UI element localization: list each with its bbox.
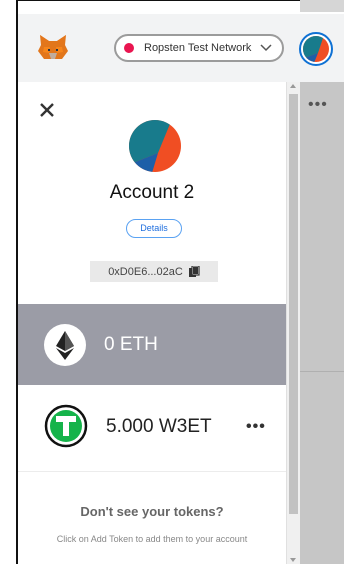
network-label: Ropsten Test Network — [144, 42, 252, 54]
token-t-icon — [44, 404, 88, 448]
background-more-icon: ••• — [308, 96, 328, 113]
account-address: 0xD0E6...02aC — [108, 265, 183, 278]
background-strip — [300, 0, 344, 12]
network-selector[interactable]: Ropsten Test Network — [114, 34, 284, 62]
background-divider — [299, 371, 344, 372]
scroll-up-arrow-icon[interactable] — [290, 84, 296, 88]
identicon-icon — [303, 36, 329, 62]
scrollbar-thumb[interactable] — [289, 94, 298, 514]
metamask-fox-icon[interactable] — [38, 33, 68, 61]
asset-row-token[interactable]: 5.000 W3ET ••• — [18, 385, 286, 472]
frame-top-border — [16, 0, 344, 1]
token-balance: 5.000 W3ET — [106, 416, 212, 437]
address-copy-box[interactable]: 0xD0E6...02aC — [90, 261, 218, 282]
details-button[interactable]: Details — [126, 219, 182, 238]
account-identicon-icon — [129, 120, 181, 172]
tokens-hint-body: Click on Add Token to add them to your a… — [56, 534, 248, 544]
copy-icon — [188, 265, 200, 277]
panel-scrollbar[interactable] — [286, 82, 300, 564]
close-icon[interactable] — [38, 101, 56, 119]
asset-row-eth[interactable]: 0 ETH — [18, 304, 286, 385]
scroll-down-arrow-icon[interactable] — [290, 558, 296, 562]
eth-balance: 0 ETH — [104, 334, 158, 355]
network-status-dot — [124, 43, 134, 53]
ethereum-icon — [44, 324, 86, 366]
frame-left-border — [16, 0, 18, 564]
app-header: Ropsten Test Network — [18, 14, 344, 83]
account-name: Account 2 — [109, 182, 195, 203]
account-panel: Account 2 Details 0xD0E6...02aC 0 ETH 5.… — [18, 82, 286, 564]
chevron-down-icon — [260, 44, 272, 52]
background-page — [299, 82, 344, 564]
browser-frame: Ropsten Test Network ••• Account 2 Detai… — [0, 0, 344, 564]
token-more-icon[interactable]: ••• — [246, 418, 266, 436]
account-menu-avatar[interactable] — [299, 32, 333, 66]
tokens-hint-title: Don't see your tokens? — [80, 504, 224, 519]
